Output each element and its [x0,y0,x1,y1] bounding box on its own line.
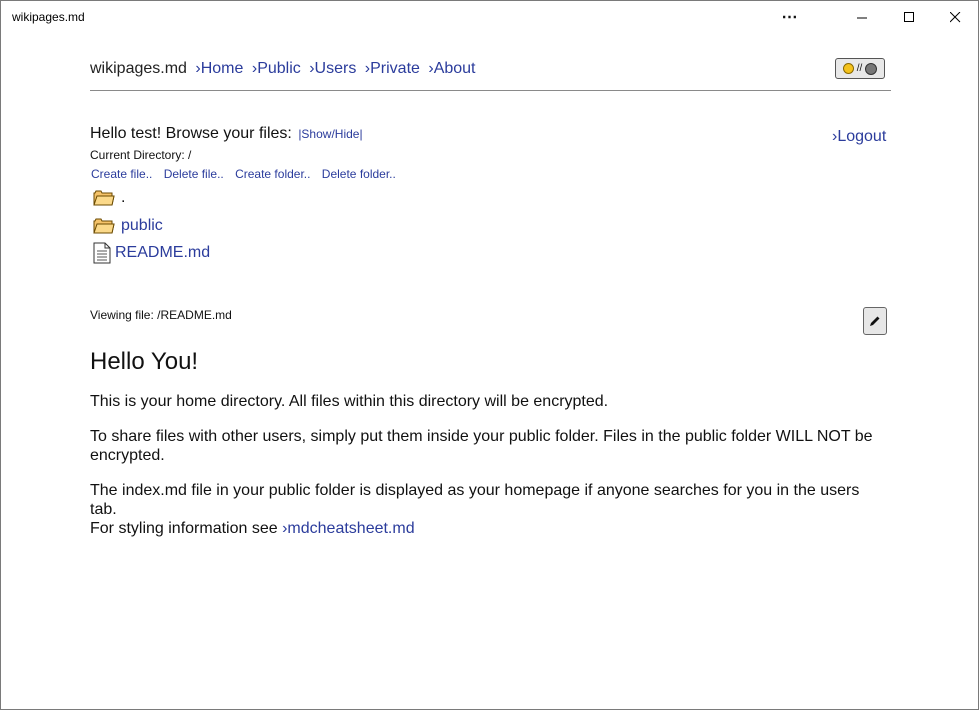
maximize-icon [903,11,914,22]
nav-link-private[interactable]: ›Private [365,60,420,77]
entry-name[interactable]: README.md [115,244,210,262]
app-window: wikipages.md ⋯ wikipages.md ›Home ›Publi… [0,0,979,710]
logout-link[interactable]: ›Logout [832,128,886,146]
pencil-icon [870,316,880,326]
file-list-item[interactable]: . [93,187,125,209]
minimize-icon [856,17,867,18]
sun-icon [842,63,854,74]
brand-link[interactable]: wikipages.md [90,60,187,77]
window-title: wikipages.md [12,10,85,24]
styling-paragraph: For styling information see ›mdcheatshee… [90,519,890,538]
current-directory: Current Directory: / [90,148,192,162]
maximize-button[interactable] [886,1,932,33]
edit-button[interactable] [863,307,887,335]
browse-header: Hello test! Browse your files: |Show/Hid… [90,125,363,143]
file-list-item[interactable]: README.md [93,242,210,264]
nav-link-about[interactable]: ›About [428,60,475,77]
file-actions: Create file.. Delete file.. Create folde… [91,167,404,181]
nav-link-public[interactable]: ›Public [252,60,301,77]
close-button[interactable] [932,1,978,33]
title-bar: wikipages.md ⋯ [1,1,978,33]
nav-link-users[interactable]: ›Users [309,60,356,77]
document-paragraph: To share files with other users, simply … [90,428,873,464]
greeting-text: Hello test! Browse your files: [90,125,292,142]
close-icon [949,11,960,22]
document-icon [93,242,111,264]
file-list-item[interactable]: public [93,215,163,237]
document-heading: Hello You! [90,348,199,375]
folder-icon [93,190,115,206]
mdcheatsheet-link[interactable]: ›mdcheatsheet.md [282,520,415,537]
create-file-link[interactable]: Create file.. [91,167,152,181]
entry-name[interactable]: . [121,189,125,207]
nav-link-home[interactable]: ›Home [195,60,243,77]
delete-folder-link[interactable]: Delete folder.. [322,167,396,181]
styling-text: For styling information see [90,520,278,537]
nav-divider [90,90,891,91]
more-icon: ⋯ [781,9,799,26]
create-folder-link[interactable]: Create folder.. [235,167,310,181]
more-options-button[interactable]: ⋯ [767,1,813,33]
delete-file-link[interactable]: Delete file.. [164,167,224,181]
document-paragraph: The index.md file in your public folder … [90,482,860,518]
theme-separator: // [856,63,863,74]
moon-icon [865,62,878,75]
document-paragraph: This is your home directory. All files w… [90,393,609,410]
minimize-button[interactable] [839,1,885,33]
show-hide-toggle[interactable]: |Show/Hide| [298,127,362,141]
viewing-file-label: Viewing file: /README.md [90,308,232,322]
theme-toggle-button[interactable]: // [835,58,885,79]
folder-icon [93,218,115,234]
entry-name[interactable]: public [121,217,163,235]
top-nav: wikipages.md ›Home ›Public ›Users ›Priva… [90,60,476,78]
